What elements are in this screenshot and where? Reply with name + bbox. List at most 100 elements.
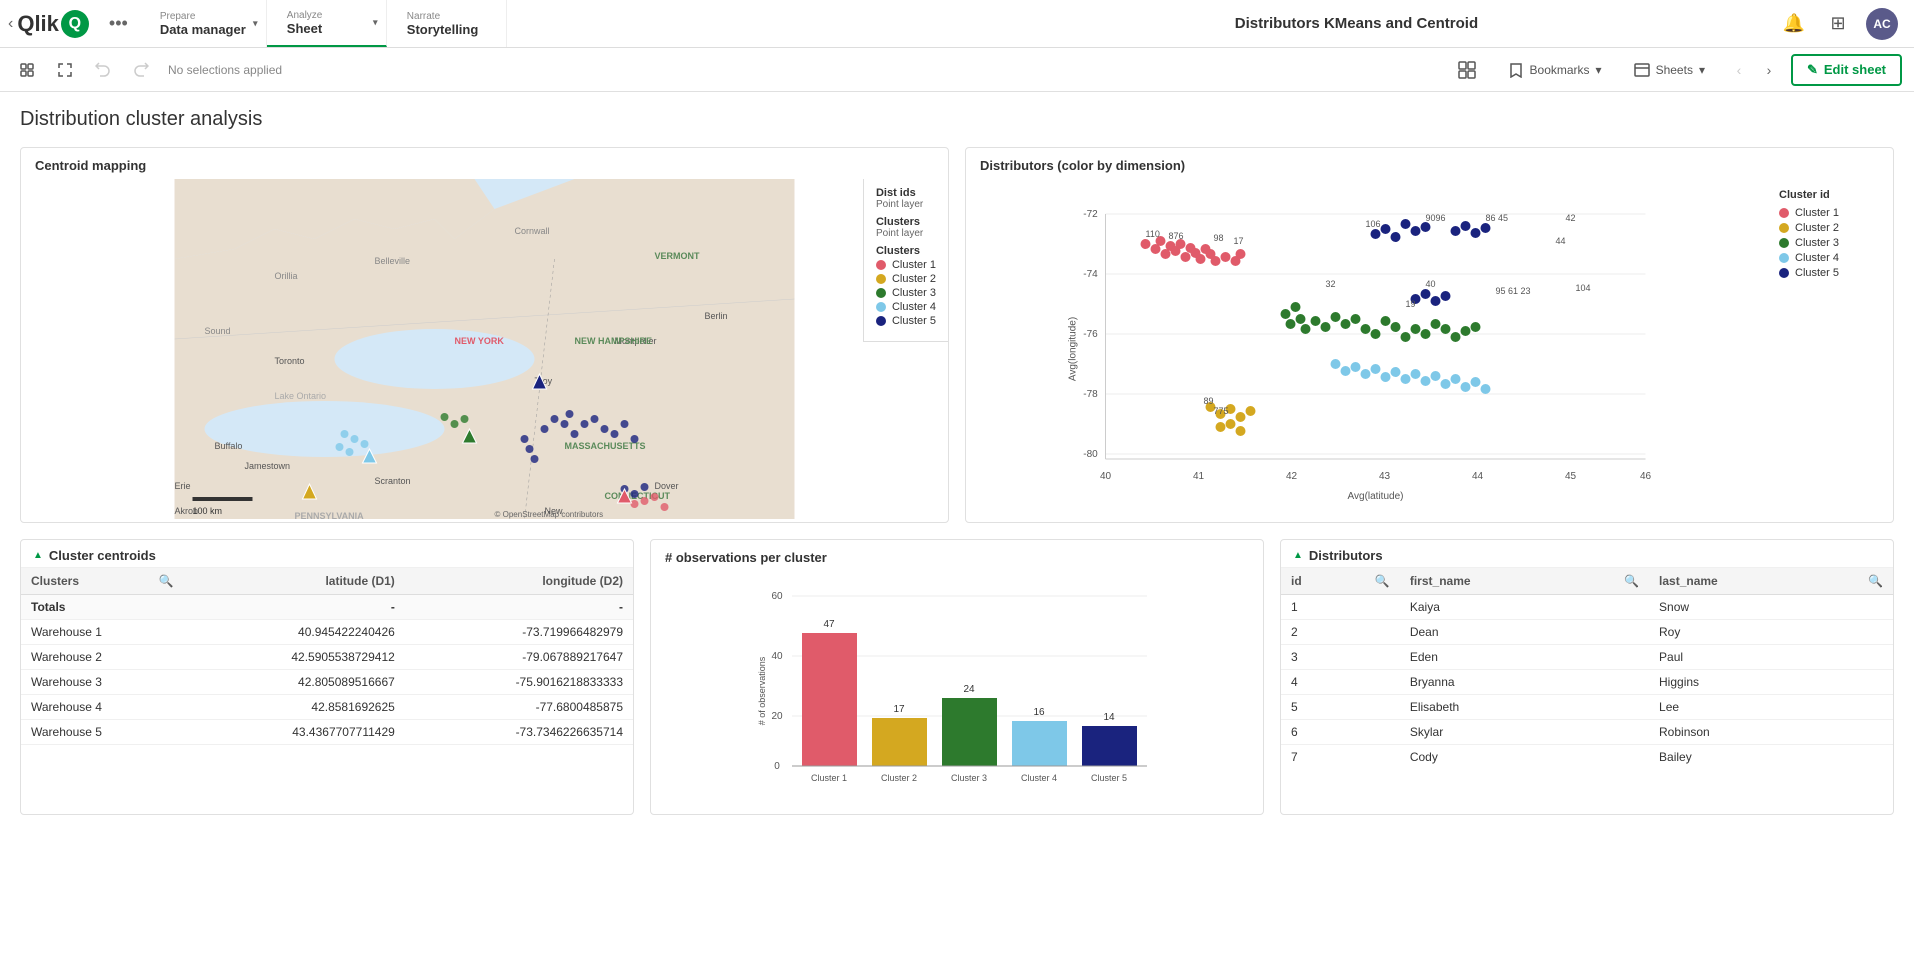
d3-last: Paul bbox=[1649, 645, 1893, 670]
scatter-title: Distributors (color by dimension) bbox=[966, 148, 1893, 179]
list-item: 1 Kaiya Snow bbox=[1281, 595, 1893, 620]
legend-cluster4: Cluster 4 bbox=[876, 301, 936, 313]
centroid-mapping-title: Centroid mapping bbox=[21, 148, 948, 179]
d6-first: Skylar bbox=[1400, 720, 1649, 745]
svg-text:9096: 9096 bbox=[1426, 213, 1446, 223]
sheets-button[interactable]: Sheets ▾ bbox=[1622, 56, 1717, 84]
d7-first: Cody bbox=[1400, 745, 1649, 769]
svg-text:775: 775 bbox=[1214, 406, 1229, 416]
cluster5-dot bbox=[876, 316, 886, 326]
back-button[interactable]: ‹ bbox=[8, 15, 13, 33]
cluster1-dot bbox=[876, 260, 886, 270]
avatar[interactable]: AC bbox=[1866, 8, 1898, 40]
svg-text:Cluster 3: Cluster 3 bbox=[951, 773, 987, 783]
svg-text:Cluster 5: Cluster 5 bbox=[1091, 773, 1127, 783]
svg-text:40: 40 bbox=[1100, 471, 1112, 482]
sort-icon: ▲ bbox=[33, 550, 43, 561]
sheets-arrow: ▾ bbox=[1699, 63, 1705, 77]
cluster1-label: Cluster 1 bbox=[892, 259, 936, 271]
svg-text:42: 42 bbox=[1286, 471, 1298, 482]
d1-id: 1 bbox=[1281, 595, 1400, 620]
d4-last: Higgins bbox=[1649, 670, 1893, 695]
top-nav: ‹ Qlik Q ••• Prepare Data manager ▾ Anal… bbox=[0, 0, 1914, 48]
nav-logo: ‹ Qlik Q bbox=[0, 0, 97, 47]
svg-text:98: 98 bbox=[1214, 233, 1224, 243]
th-last-label: last_name bbox=[1659, 574, 1718, 588]
tab-narrate[interactable]: Narrate Storytelling bbox=[387, 0, 507, 47]
tab-analyze[interactable]: Analyze Sheet ▾ bbox=[267, 0, 387, 47]
clusters-search-icon[interactable]: 🔍 bbox=[159, 574, 174, 588]
next-sheet-button[interactable]: › bbox=[1755, 56, 1783, 84]
row3-d1: 42.805089516667 bbox=[184, 670, 405, 695]
svg-text:-76: -76 bbox=[1083, 329, 1098, 340]
redo-button[interactable] bbox=[126, 55, 156, 85]
row3-name: Warehouse 3 bbox=[21, 670, 184, 695]
svg-text:86 45: 86 45 bbox=[1486, 213, 1509, 223]
svg-text:Buffalo: Buffalo bbox=[215, 441, 243, 451]
cluster4-label: Cluster 4 bbox=[892, 301, 936, 313]
undo-button[interactable] bbox=[88, 55, 118, 85]
scatter-legend-cluster4: Cluster 4 bbox=[1779, 252, 1879, 264]
svg-text:-72: -72 bbox=[1083, 209, 1098, 220]
grid-apps-icon[interactable]: ⊞ bbox=[1822, 8, 1854, 40]
svg-text:Toronto: Toronto bbox=[275, 356, 305, 366]
bell-icon[interactable]: 🔔 bbox=[1778, 8, 1810, 40]
tab-prepare[interactable]: Prepare Data manager ▾ bbox=[140, 0, 267, 47]
bar-chart-svg: 60 40 20 0 # of observations 47 bbox=[665, 581, 1249, 801]
th-last-name: last_name 🔍 bbox=[1649, 568, 1893, 595]
d7-last: Bailey bbox=[1649, 745, 1893, 769]
th-first-name: first_name 🔍 bbox=[1400, 568, 1649, 595]
map-svg: Sound Orillia Belleville Cornwall VERMON… bbox=[21, 179, 948, 519]
zoom-fit-button[interactable] bbox=[12, 55, 42, 85]
svg-text:43: 43 bbox=[1379, 471, 1391, 482]
grid-view-button[interactable] bbox=[1446, 55, 1488, 85]
scatter-c4-label: Cluster 4 bbox=[1795, 252, 1839, 264]
cluster-centroids-title: Cluster centroids bbox=[49, 548, 156, 563]
svg-text:-74: -74 bbox=[1083, 269, 1098, 280]
last-search-icon[interactable]: 🔍 bbox=[1868, 574, 1883, 588]
d5-last: Lee bbox=[1649, 695, 1893, 720]
first-search-icon[interactable]: 🔍 bbox=[1624, 574, 1639, 588]
scatter-c5-dot bbox=[1779, 268, 1789, 278]
svg-text:20: 20 bbox=[771, 711, 783, 722]
dist-ids-header: Dist ids bbox=[876, 187, 936, 199]
svg-text:0: 0 bbox=[774, 761, 780, 772]
scatter-legend-cluster5: Cluster 5 bbox=[1779, 267, 1879, 279]
svg-text:46: 46 bbox=[1640, 471, 1652, 482]
distributors-table-container[interactable]: id 🔍 first_name 🔍 bbox=[1281, 568, 1893, 768]
row4-name: Warehouse 4 bbox=[21, 695, 184, 720]
bookmarks-button[interactable]: Bookmarks ▾ bbox=[1496, 56, 1614, 84]
table-row: Warehouse 5 43.4367707711429 -73.7346226… bbox=[21, 720, 633, 745]
scatter-c4-dot bbox=[1779, 253, 1789, 263]
cluster-centroids-header: ▲ Cluster centroids bbox=[21, 540, 633, 568]
prev-sheet-button[interactable]: ‹ bbox=[1725, 56, 1753, 84]
id-search-icon[interactable]: 🔍 bbox=[1375, 574, 1390, 588]
list-item: 6 Skylar Robinson bbox=[1281, 720, 1893, 745]
cluster2-label: Cluster 2 bbox=[892, 273, 936, 285]
sheets-label: Sheets bbox=[1656, 63, 1693, 77]
edit-pencil-icon: ✎ bbox=[1807, 62, 1818, 78]
nav-more-button[interactable]: ••• bbox=[97, 0, 140, 47]
scatter-c2-dot bbox=[1779, 223, 1789, 233]
svg-text:Orillia: Orillia bbox=[275, 271, 298, 281]
observations-title: # observations per cluster bbox=[651, 540, 1263, 571]
toolbar-right: Bookmarks ▾ Sheets ▾ ‹ › ✎ Edit sheet bbox=[1446, 54, 1902, 86]
svg-text:45: 45 bbox=[1565, 471, 1577, 482]
svg-text:44: 44 bbox=[1472, 471, 1484, 482]
scatter-content: -72 -74 -76 -78 -80 Avg(longitude) bbox=[966, 179, 1893, 522]
zoom-full-button[interactable] bbox=[50, 55, 80, 85]
svg-text:110: 110 bbox=[1146, 229, 1160, 239]
centroid-mapping-panel: Centroid mapping bbox=[20, 147, 949, 523]
svg-text:106: 106 bbox=[1366, 219, 1381, 229]
scatter-area: -72 -74 -76 -78 -80 Avg(longitude) bbox=[980, 189, 1879, 512]
top-row: Centroid mapping bbox=[20, 147, 1894, 523]
tab-analyze-main: Sheet bbox=[287, 21, 366, 36]
cluster-centroids-table-container[interactable]: Clusters 🔍 latitude (D1) bbox=[21, 568, 633, 745]
row5-d2: -73.7346226635714 bbox=[405, 720, 633, 745]
edit-sheet-button[interactable]: ✎ Edit sheet bbox=[1791, 54, 1902, 86]
clusters-label: Clusters bbox=[876, 245, 936, 257]
svg-text:Lake Ontario: Lake Ontario bbox=[275, 391, 327, 401]
th-latitude-label: latitude (D1) bbox=[325, 574, 394, 588]
tab-prepare-arrow: ▾ bbox=[253, 18, 258, 29]
row5-name: Warehouse 5 bbox=[21, 720, 184, 745]
